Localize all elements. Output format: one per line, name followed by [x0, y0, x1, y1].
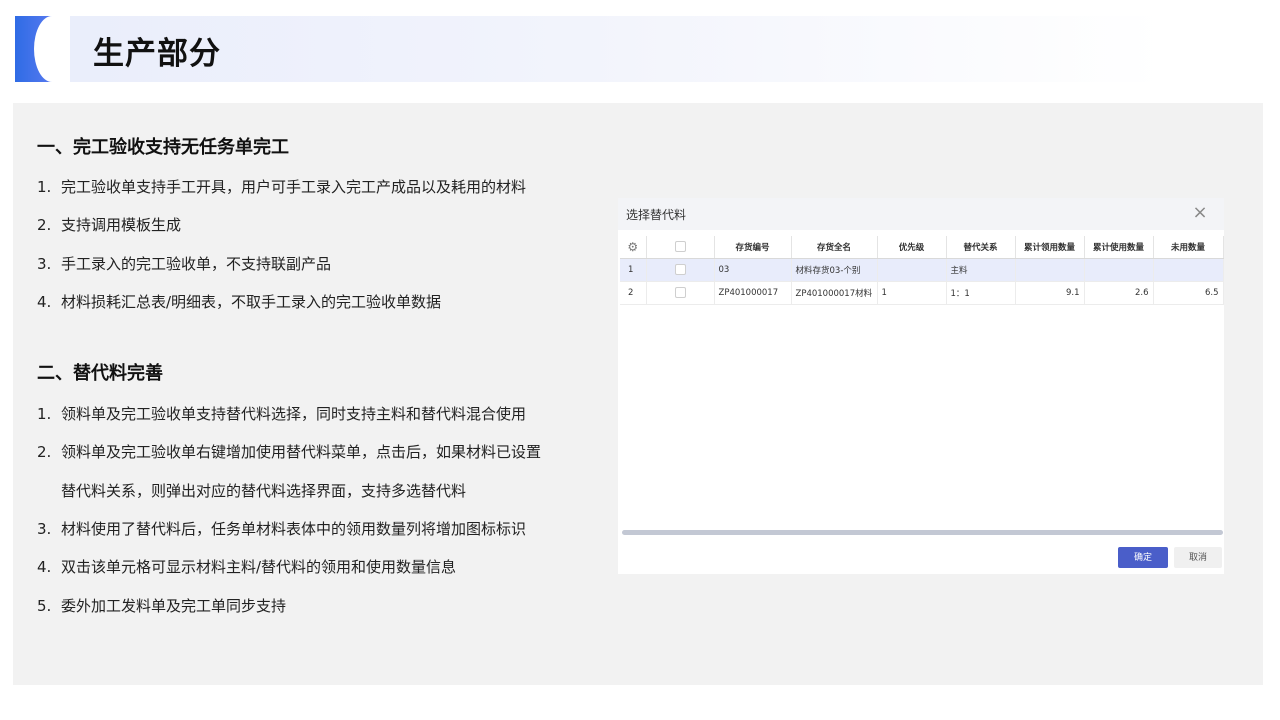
column-header[interactable]: 优先级	[877, 236, 947, 259]
column-header[interactable]: 累计使用数量	[1084, 236, 1154, 259]
table-header-row: ⚙ 存货编号 存货全名 优先级 替代关系 累计领用数量 累计使用数量 未用数量	[620, 236, 1224, 259]
cell-used[interactable]	[1084, 258, 1154, 282]
cell-priority[interactable]	[877, 258, 947, 282]
cell-code[interactable]: ZP401000017	[714, 281, 792, 305]
cancel-button[interactable]: 取消	[1174, 547, 1222, 568]
row-checkbox[interactable]	[646, 281, 715, 305]
horizontal-scrollbar[interactable]	[622, 530, 1223, 535]
page-title: 生产部分	[93, 36, 221, 72]
dialog-header: 选择替代料 ×	[618, 198, 1224, 230]
title-accent-curve	[34, 16, 70, 82]
column-header[interactable]: 存货编号	[714, 236, 792, 259]
select-all-checkbox[interactable]	[646, 236, 715, 259]
cell-name[interactable]: 材料存货03-个别	[791, 258, 878, 282]
section-heading-substitute: 二、替代料完善	[37, 363, 163, 384]
section-heading-completion: 一、完工验收支持无任务单完工	[37, 137, 289, 158]
dialog-title: 选择替代料	[626, 208, 687, 222]
list-item-continuation: 替代料关系，则弹出对应的替代料选择界面，支持多选替代料	[61, 482, 467, 500]
list-item: 3. 手工录入的完工验收单，不支持联副产品	[37, 255, 332, 273]
substitute-table: ⚙ 存货编号 存货全名 优先级 替代关系 累计领用数量 累计使用数量 未用数量 …	[620, 236, 1224, 305]
cell-relation[interactable]: 1：1	[946, 281, 1016, 305]
list-item: 4. 材料损耗汇总表/明细表，不取手工录入的完工验收单数据	[37, 293, 442, 311]
cell-priority[interactable]: 1	[877, 281, 947, 305]
cell-name[interactable]: ZP401000017材料	[791, 281, 878, 305]
checkbox-icon	[674, 287, 686, 298]
close-icon[interactable]: ×	[1190, 202, 1210, 224]
list-item: 4. 双击该单元格可显示材料主料/替代料的领用和使用数量信息	[37, 558, 457, 576]
checkbox-icon	[674, 241, 686, 253]
cell-code[interactable]: 03	[714, 258, 792, 282]
list-item: 1. 完工验收单支持手工开具，用户可手工录入完工产成品以及耗用的材料	[37, 178, 527, 196]
table-row[interactable]: 1 03 材料存货03-个别 主料	[620, 258, 1224, 282]
column-settings-button[interactable]: ⚙	[620, 236, 647, 259]
column-header[interactable]: 未用数量	[1153, 236, 1224, 259]
row-index: 1	[620, 258, 647, 282]
list-item: 3. 材料使用了替代料后，任务单材料表体中的领用数量列将增加图标标识	[37, 520, 527, 538]
substitute-select-dialog: 选择替代料 × ⚙ 存货编号 存货全名 优先级 替代关系 累计领用数量 累计使用…	[618, 198, 1224, 574]
list-item: 5. 委外加工发料单及完工单同步支持	[37, 597, 287, 615]
list-item: 2. 支持调用模板生成	[37, 216, 182, 234]
cell-issued[interactable]	[1015, 258, 1085, 282]
checkbox-icon	[674, 264, 686, 275]
column-header[interactable]: 存货全名	[791, 236, 878, 259]
cell-unused[interactable]	[1153, 258, 1224, 282]
list-item: 1. 领料单及完工验收单支持替代料选择，同时支持主料和替代料混合使用	[37, 405, 527, 423]
table-row[interactable]: 2 ZP401000017 ZP401000017材料 1 1：1 9.1 2.…	[620, 281, 1224, 305]
row-checkbox[interactable]	[646, 258, 715, 282]
gear-icon: ⚙	[627, 239, 639, 254]
cell-relation[interactable]: 主料	[946, 258, 1016, 282]
cell-unused[interactable]: 6.5	[1153, 281, 1224, 305]
cell-issued[interactable]: 9.1	[1015, 281, 1085, 305]
list-item: 2. 领料单及完工验收单右键增加使用替代料菜单，点击后，如果材料已设置	[37, 443, 542, 461]
confirm-button[interactable]: 确定	[1118, 547, 1168, 568]
column-header[interactable]: 累计领用数量	[1015, 236, 1085, 259]
column-header[interactable]: 替代关系	[946, 236, 1016, 259]
row-index: 2	[620, 281, 647, 305]
cell-used[interactable]: 2.6	[1084, 281, 1154, 305]
slide: 生产部分 一、完工验收支持无任务单完工 1. 完工验收单支持手工开具，用户可手工录…	[0, 0, 1280, 720]
